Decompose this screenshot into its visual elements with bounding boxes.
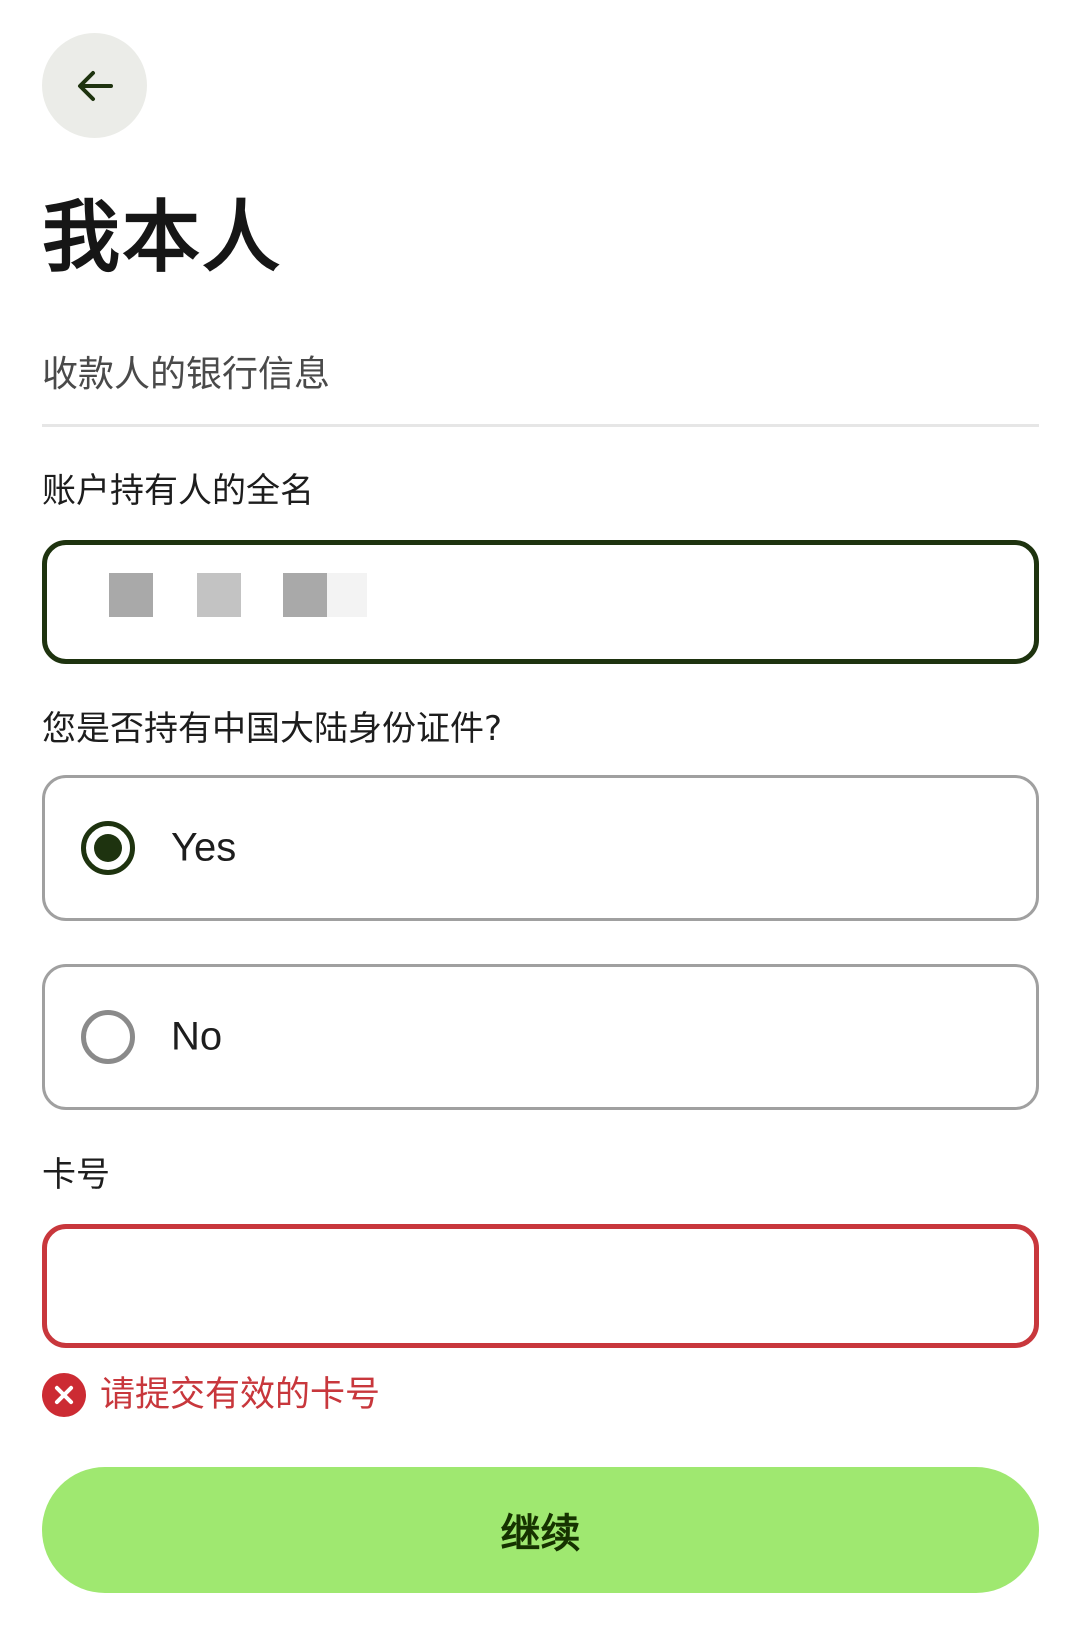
section-subtitle: 收款人的银行信息 bbox=[42, 354, 331, 395]
error-x-icon bbox=[42, 1373, 86, 1417]
page-title: 我本人 bbox=[42, 193, 283, 283]
error-message: 请提交有效的卡号 bbox=[100, 1375, 381, 1415]
card-number-label: 卡号 bbox=[42, 1155, 110, 1195]
radio-checked-icon bbox=[81, 821, 135, 875]
radio-label-yes: Yes bbox=[171, 825, 237, 870]
id-question-label: 您是否持有中国大陆身份证件? bbox=[42, 709, 503, 749]
radio-option-yes[interactable]: Yes bbox=[42, 775, 1039, 921]
continue-button[interactable]: 继续 bbox=[42, 1467, 1039, 1593]
full-name-label: 账户持有人的全名 bbox=[42, 471, 314, 511]
section-divider bbox=[42, 424, 1039, 427]
radio-unchecked-icon bbox=[81, 1010, 135, 1064]
card-number-error: 请提交有效的卡号 bbox=[42, 1372, 380, 1418]
card-number-input[interactable] bbox=[42, 1224, 1039, 1348]
full-name-input[interactable] bbox=[42, 540, 1039, 664]
radio-option-no[interactable]: No bbox=[42, 964, 1039, 1110]
back-button[interactable] bbox=[42, 33, 147, 138]
arrow-left-icon bbox=[77, 70, 113, 101]
redacted-name-mask bbox=[67, 545, 387, 659]
recipient-form-page: 我本人 收款人的银行信息 账户持有人的全名 您是否持有中国大陆身份证件? Yes… bbox=[0, 0, 1080, 1625]
radio-label-no: No bbox=[171, 1014, 223, 1059]
